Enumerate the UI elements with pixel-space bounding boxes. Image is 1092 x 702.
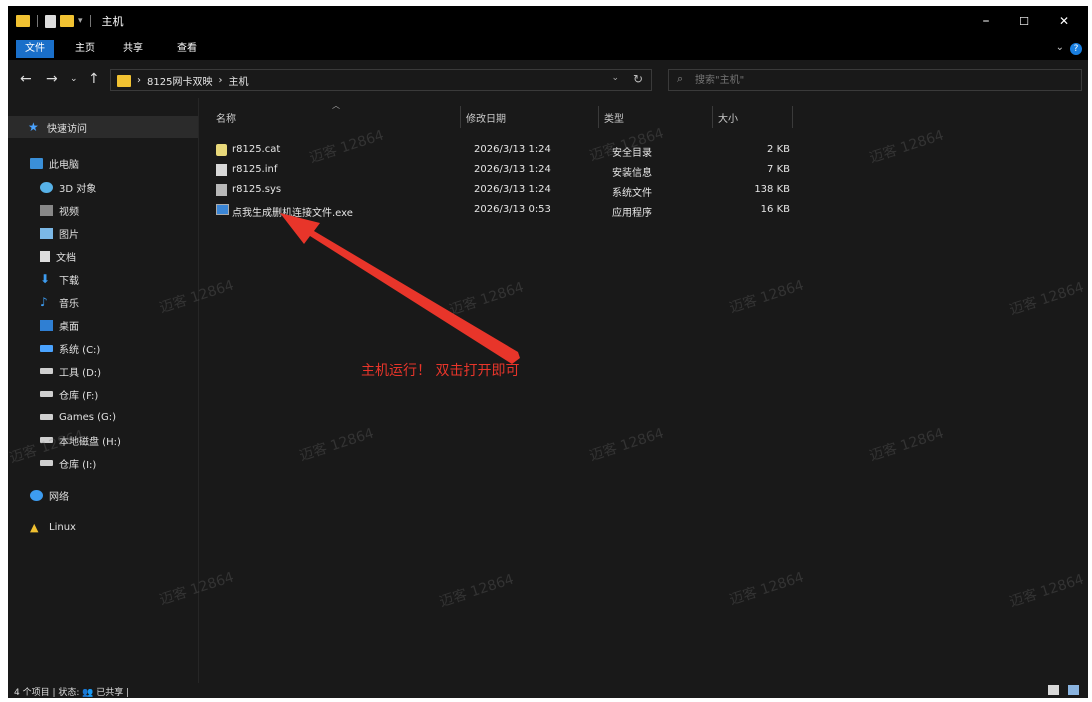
arrow-shape [280, 213, 520, 364]
annotation-arrow [280, 213, 520, 364]
status-text: 4 个项目 | 状态: 👥 已共享 | [14, 688, 130, 698]
status-bar: 4 个项目 | 状态: 👥 已共享 | [8, 683, 1088, 698]
annotation-text: 主机运行！ 双击打开即可 [361, 363, 520, 379]
explorer-window: ▾ 主机 – ☐ ✕ 文件 主页 共享 查看 ⌄ ? ← → ⌄ ↑ › 812… [8, 6, 1088, 698]
large-icons-view-icon[interactable] [1068, 685, 1079, 695]
details-view-icon[interactable] [1048, 685, 1059, 695]
